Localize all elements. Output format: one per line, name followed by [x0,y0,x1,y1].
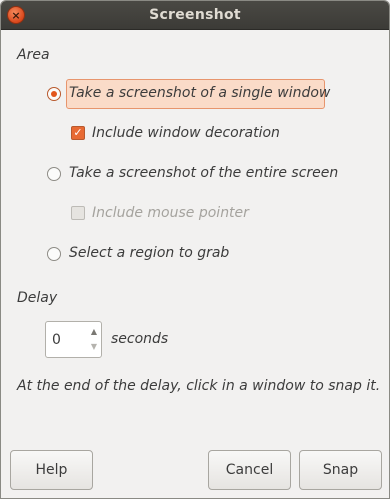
cancel-button[interactable]: Cancel [208,450,291,490]
screenshot-dialog: × Screenshot Area Take a screenshot of a… [0,0,390,499]
include-decoration-label[interactable]: Include window decoration [92,125,280,141]
delay-unit-label: seconds [111,331,169,347]
snap-button[interactable]: Snap [299,450,382,490]
radio-single-window[interactable] [47,87,61,101]
delay-spinbutton[interactable]: 0 ▲ ▼ [45,321,102,358]
titlebar: × Screenshot [1,1,389,30]
option-entire-screen-label[interactable]: Take a screenshot of the entire screen [69,165,338,181]
delay-section-label: Delay [17,290,58,306]
snap-button-label: Snap [322,462,359,478]
window-title: Screenshot [149,7,241,23]
help-button[interactable]: Help [10,450,93,490]
delay-value[interactable]: 0 [52,332,61,348]
area-section-label: Area [17,47,50,63]
include-decoration-checkbox[interactable]: ✓ [71,126,85,140]
help-button-label: Help [35,462,68,478]
radio-select-region[interactable] [47,247,61,261]
include-pointer-label: Include mouse pointer [92,205,249,221]
option-select-region-label[interactable]: Select a region to grab [69,245,229,261]
include-pointer-checkbox[interactable] [71,206,85,220]
decrement-arrow-icon[interactable]: ▼ [88,339,100,355]
radio-entire-screen[interactable] [47,167,61,181]
option-single-window-label[interactable]: Take a screenshot of a single window [69,85,330,101]
hint-text: At the end of the delay, click in a wind… [17,378,381,394]
cancel-button-label: Cancel [225,462,274,478]
checkmark-icon: ✓ [73,126,83,139]
increment-arrow-icon[interactable]: ▲ [88,324,100,340]
